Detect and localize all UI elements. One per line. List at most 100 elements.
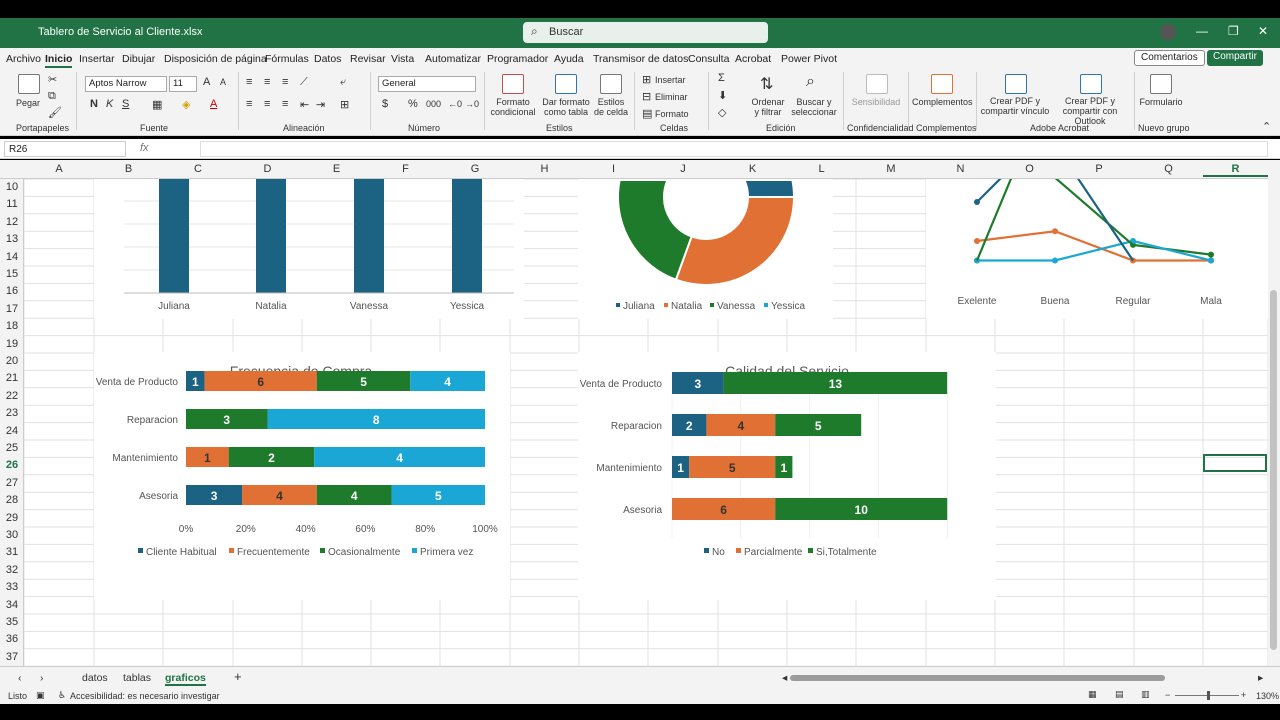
row-header-34[interactable]: 34 xyxy=(0,599,24,611)
menu-power-pivot[interactable]: Power Pivot xyxy=(781,53,837,65)
sort-filter-button[interactable]: Ordenar y filtrar xyxy=(748,97,788,117)
column-header-q[interactable]: Q xyxy=(1134,163,1203,175)
autosum-icon[interactable]: Σ xyxy=(718,72,725,84)
column-header-m[interactable]: M xyxy=(856,163,926,175)
italic-icon[interactable]: K xyxy=(106,98,113,110)
zoom-slider-handle[interactable] xyxy=(1207,691,1210,700)
selected-cell[interactable] xyxy=(1203,454,1267,472)
column-header-j[interactable]: J xyxy=(648,163,718,175)
clear-icon[interactable]: ◇ xyxy=(718,106,726,119)
zoom-out-icon[interactable]: − xyxy=(1165,690,1170,700)
menu-revisar[interactable]: Revisar xyxy=(350,53,386,65)
align-right-icon[interactable]: ≡ xyxy=(282,98,288,110)
zoom-in-icon[interactable]: + xyxy=(1241,690,1246,700)
menu-vista[interactable]: Vista xyxy=(391,53,414,65)
formula-input[interactable] xyxy=(200,141,1268,157)
sheet-tab-datos[interactable]: datos xyxy=(82,672,108,684)
row-header-26[interactable]: 26 xyxy=(0,459,24,471)
vertical-scrollbar[interactable] xyxy=(1268,160,1280,666)
normal-view-icon[interactable]: ▦ xyxy=(1088,689,1097,700)
copy-icon[interactable]: ⧉ xyxy=(48,90,56,103)
menu-inicio[interactable]: Inicio xyxy=(45,53,73,68)
merge-icon[interactable]: ⊞ xyxy=(340,98,349,111)
search-box[interactable]: ⌕ Buscar xyxy=(523,22,768,43)
borders-icon[interactable]: ▦ xyxy=(152,98,162,111)
insert-cells-button[interactable]: Insertar xyxy=(655,75,686,85)
add-sheet-icon[interactable]: + xyxy=(234,669,242,684)
addins-button[interactable]: Complementos xyxy=(912,97,973,107)
comma-icon[interactable]: 000 xyxy=(426,99,441,109)
decrease-decimal-icon[interactable]: →0 xyxy=(465,99,479,109)
row-header-29[interactable]: 29 xyxy=(0,512,24,524)
column-header-b[interactable]: B xyxy=(94,163,163,175)
row-header-19[interactable]: 19 xyxy=(0,338,24,350)
chart-line-ratings[interactable]: ExelenteBuenaRegularMalaJulianaNataliaVa… xyxy=(926,168,1268,332)
macro-icon[interactable]: ▣ xyxy=(36,690,45,701)
increase-font-icon[interactable]: A xyxy=(203,76,210,88)
column-header-l[interactable]: L xyxy=(787,163,856,175)
chart-frecuencia-compra[interactable]: Frecuencia de CompraVenta de Producto165… xyxy=(94,352,510,600)
create-pdf-link-button[interactable]: Crear PDF y compartir vínculo xyxy=(980,96,1050,116)
chart-bar-agents[interactable]: Juliana Natalia Vanessa Yessica xyxy=(94,179,524,319)
close-icon[interactable]: ✕ xyxy=(1258,24,1268,38)
indent-increase-icon[interactable]: ⇥ xyxy=(316,98,325,111)
page-break-icon[interactable]: ▥ xyxy=(1141,689,1150,700)
chart-calidad-servicio[interactable]: Calidad del Servicio Venta de Producto 3 13… xyxy=(578,352,1223,600)
avatar[interactable] xyxy=(1160,24,1176,40)
find-select-button[interactable]: Buscar y seleccionar xyxy=(788,97,840,117)
align-bottom-icon[interactable]: ≡ xyxy=(282,76,288,88)
increase-decimal-icon[interactable]: ←0 xyxy=(448,99,462,109)
indent-decrease-icon[interactable]: ⇤ xyxy=(300,98,309,111)
column-header-h[interactable]: H xyxy=(510,163,579,175)
number-format-select[interactable]: General xyxy=(378,76,476,92)
menu-archivo[interactable]: Archivo xyxy=(6,53,41,65)
row-header-23[interactable]: 23 xyxy=(0,407,24,419)
window-title[interactable]: Tablero de Servicio al Cliente.xlsx xyxy=(38,26,202,38)
menu-datos[interactable]: Datos xyxy=(314,53,341,65)
share-button[interactable]: Compartir xyxy=(1207,50,1263,66)
collapse-ribbon-icon[interactable]: ⌃ xyxy=(1262,120,1271,133)
delete-cells-button[interactable]: Eliminar xyxy=(655,92,688,102)
align-center-icon[interactable]: ≡ xyxy=(264,98,270,110)
underline-icon[interactable]: S xyxy=(122,98,129,110)
column-header-g[interactable]: G xyxy=(440,163,510,175)
format-cells-button[interactable]: Formato xyxy=(655,109,689,119)
row-header-16[interactable]: 16 xyxy=(0,285,24,297)
row-header-25[interactable]: 25 xyxy=(0,442,24,454)
menu-disposici-n-de-p-gina[interactable]: Disposición de página xyxy=(164,53,267,65)
font-color-icon[interactable]: A xyxy=(210,98,217,110)
column-header-p[interactable]: P xyxy=(1064,163,1134,175)
row-header-17[interactable]: 17 xyxy=(0,303,24,315)
menu-consulta[interactable]: Consulta xyxy=(688,53,729,65)
comments-button[interactable]: Comentarios xyxy=(1134,50,1205,66)
format-table-button[interactable]: Dar formato como tabla xyxy=(540,97,592,117)
function-icon[interactable]: fx xyxy=(140,142,149,154)
row-header-33[interactable]: 33 xyxy=(0,581,24,593)
row-header-24[interactable]: 24 xyxy=(0,425,24,437)
scroll-right-icon[interactable]: ▸ xyxy=(1258,672,1263,684)
fill-color-icon[interactable]: ◈ xyxy=(182,98,190,111)
menu-transmisor-de-datos[interactable]: Transmisor de datos xyxy=(593,53,688,65)
cut-icon[interactable]: ✂ xyxy=(48,73,57,86)
currency-icon[interactable]: $ xyxy=(382,98,388,110)
menu-f-rmulas[interactable]: Fórmulas xyxy=(265,53,309,65)
row-header-30[interactable]: 30 xyxy=(0,529,24,541)
scroll-left-icon[interactable]: ◂ xyxy=(782,672,787,684)
prev-sheet-icon[interactable]: ‹ xyxy=(18,672,22,684)
column-header-a[interactable]: A xyxy=(24,163,94,175)
sensitivity-button[interactable]: Sensibilidad xyxy=(850,97,902,107)
menu-acrobat[interactable]: Acrobat xyxy=(735,53,771,65)
column-header-f[interactable]: F xyxy=(371,163,440,175)
row-header-10[interactable]: 10 xyxy=(0,181,24,193)
percent-icon[interactable]: % xyxy=(408,98,418,110)
row-header-36[interactable]: 36 xyxy=(0,633,24,645)
maximize-icon[interactable]: ❐ xyxy=(1228,24,1239,38)
chart-donut-agents[interactable]: Juliana Natalia Vanessa Yessica xyxy=(578,160,833,319)
column-header-r[interactable]: R xyxy=(1203,163,1268,177)
paste-button[interactable]: Pegar xyxy=(10,98,46,108)
row-header-14[interactable]: 14 xyxy=(0,251,24,263)
bold-icon[interactable]: N xyxy=(90,98,98,110)
row-header-28[interactable]: 28 xyxy=(0,494,24,506)
row-header-11[interactable]: 11 xyxy=(0,198,24,210)
row-header-22[interactable]: 22 xyxy=(0,390,24,402)
